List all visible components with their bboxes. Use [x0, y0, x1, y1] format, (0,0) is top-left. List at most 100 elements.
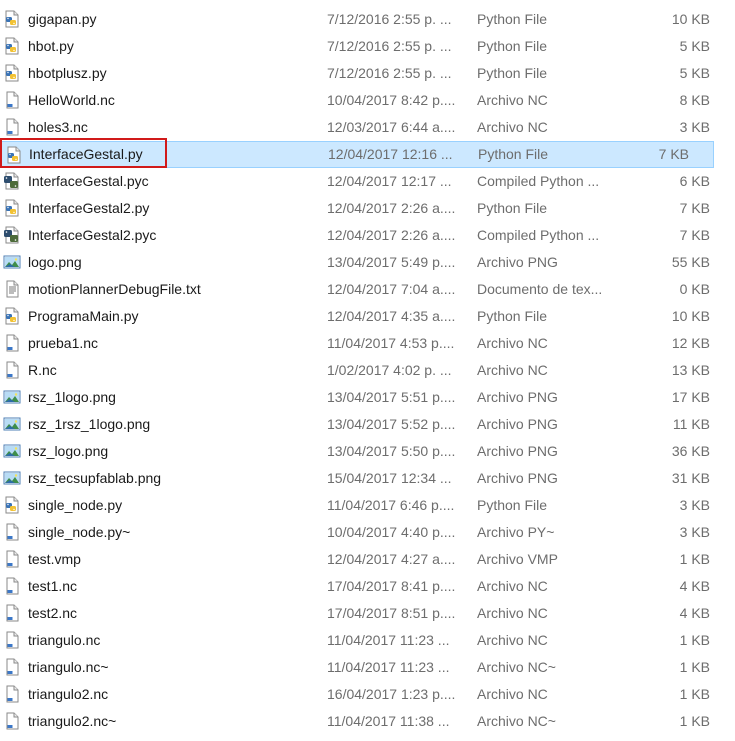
generic-file-icon [3, 658, 21, 676]
file-type: Python File [477, 308, 548, 324]
file-type: Archivo PNG [477, 443, 558, 459]
file-row[interactable]: hbotplusz.py 7/12/2016 2:55 p. ... Python … [0, 60, 735, 87]
file-type: Archivo PNG [477, 416, 558, 432]
file-type: Archivo PNG [477, 389, 558, 405]
file-date-modified: 11/04/2017 4:53 p.... [327, 335, 455, 351]
file-date-modified: 10/04/2017 8:42 p.... [327, 92, 456, 108]
file-row[interactable]: rsz_logo.png 13/04/2017 5:50 p.... Archivo… [0, 438, 735, 465]
python-file-icon [5, 146, 23, 164]
generic-file-icon [3, 685, 21, 703]
generic-file-icon [3, 577, 21, 595]
file-name: rsz_logo.png [28, 443, 109, 459]
file-date-modified: 12/04/2017 12:17 ... [327, 173, 452, 189]
python-file-icon [3, 199, 21, 217]
python-file-icon [3, 496, 21, 514]
file-row[interactable]: ProgramaMain.py 12/04/2017 4:35 a.... Pyth… [0, 303, 735, 330]
file-date-modified: 12/04/2017 2:26 a.... [327, 200, 456, 216]
file-size: 1 KB [679, 686, 710, 702]
file-name: holes3.nc [28, 119, 88, 135]
file-row[interactable]: single_node.py~ 10/04/2017 4:40 p.... Arch… [0, 519, 735, 546]
file-date-modified: 13/04/2017 5:51 p.... [327, 389, 456, 405]
file-name: InterfaceGestal2.py [28, 200, 150, 216]
file-type: Archivo NC~ [477, 659, 556, 675]
file-date-modified: 10/04/2017 4:40 p.... [327, 524, 456, 540]
file-type: Archivo NC [477, 605, 548, 621]
file-name: ProgramaMain.py [28, 308, 139, 324]
file-name: test2.nc [28, 605, 78, 621]
file-type: Python File [477, 65, 548, 81]
file-row-selected[interactable]: InterfaceGestal.py 12/04/2017 12:16 ... Py… [1, 141, 714, 168]
file-row[interactable]: rsz_1logo.png 13/04/2017 5:51 p.... Archiv… [0, 384, 735, 411]
file-type: Archivo NC [477, 92, 548, 108]
file-date-modified: 7/12/2016 2:55 p. ... [327, 65, 452, 81]
file-row[interactable]: InterfaceGestal.pyc 12/04/2017 12:17 ... C… [0, 168, 735, 195]
file-row[interactable]: rsz_1rsz_1logo.png 13/04/2017 5:52 p.... A… [0, 411, 735, 438]
file-date-modified: 13/04/2017 5:52 p.... [327, 416, 456, 432]
python-file-icon [3, 307, 21, 325]
file-type: Archivo PNG [477, 254, 558, 270]
file-type: Python File [477, 11, 548, 27]
file-size: 5 KB [679, 38, 710, 54]
generic-file-icon [3, 334, 21, 352]
file-size: 6 KB [679, 173, 710, 189]
file-size: 4 KB [679, 578, 710, 594]
file-row[interactable]: gigapan.py 7/12/2016 2:55 p. ... Python Fi… [0, 6, 735, 33]
file-row[interactable]: logo.png 13/04/2017 5:49 p.... Archivo PNG… [0, 249, 735, 276]
file-row[interactable]: triangulo.nc~ 11/04/2017 11:23 ... Archivo… [0, 654, 735, 681]
file-date-modified: 12/03/2017 6:44 a.... [327, 119, 456, 135]
file-name: HelloWorld.nc [28, 92, 115, 108]
file-row[interactable]: triangulo.nc 11/04/2017 11:23 ... Archivo … [0, 627, 735, 654]
file-type: Compiled Python ... [477, 173, 600, 189]
file-row[interactable]: hbot.py 7/12/2016 2:55 p. ... Python File 5… [0, 33, 735, 60]
file-date-modified: 17/04/2017 8:41 p.... [327, 578, 456, 594]
file-size: 1 KB [679, 632, 710, 648]
file-type: Compiled Python ... [477, 227, 600, 243]
file-name: triangulo.nc~ [28, 659, 109, 675]
file-row[interactable]: test1.nc 17/04/2017 8:41 p.... Archivo NC 4… [0, 573, 735, 600]
file-name: gigapan.py [28, 11, 97, 27]
generic-file-icon [3, 712, 21, 730]
file-row[interactable]: holes3.nc 12/03/2017 6:44 a.... Archivo NC… [0, 114, 735, 141]
file-size: 13 KB [671, 362, 710, 378]
file-date-modified: 13/04/2017 5:49 p.... [327, 254, 456, 270]
file-date-modified: 17/04/2017 8:51 p.... [327, 605, 456, 621]
file-size: 3 KB [679, 119, 710, 135]
file-list: gigapan.py 7/12/2016 2:55 p. ... Python Fi… [0, 0, 735, 741]
file-row[interactable]: triangulo2.nc 16/04/2017 1:23 p.... Archiv… [0, 681, 735, 708]
image-file-icon [3, 253, 21, 271]
file-size: 5 KB [679, 65, 710, 81]
file-row[interactable]: prueba1.nc 11/04/2017 4:53 p.... Archivo N… [0, 330, 735, 357]
file-size: 10 KB [671, 308, 710, 324]
generic-file-icon [3, 604, 21, 622]
file-size: 7 KB [679, 227, 710, 243]
text-file-icon [3, 280, 21, 298]
file-row[interactable]: R.nc 1/02/2017 4:02 p. ... Archivo NC 13 KB [0, 357, 735, 384]
file-row[interactable]: motionPlannerDebugFile.txt 12/04/2017 7:0… [0, 276, 735, 303]
file-size: 1 KB [679, 551, 710, 567]
file-date-modified: 11/04/2017 11:23 ... [327, 632, 450, 648]
compiled-python-icon [3, 172, 21, 190]
file-row[interactable]: single_node.py 11/04/2017 6:46 p.... Pytho… [0, 492, 735, 519]
file-type: Documento de tex... [477, 281, 603, 297]
file-row[interactable]: rsz_tecsupfablab.png 15/04/2017 12:34 ...… [0, 465, 735, 492]
file-date-modified: 12/04/2017 7:04 a.... [327, 281, 456, 297]
file-size: 7 KB [658, 146, 689, 162]
file-type: Archivo NC [477, 119, 548, 135]
file-name: single_node.py~ [28, 524, 131, 540]
file-row[interactable]: triangulo2.nc~ 11/04/2017 11:38 ... Archiv… [0, 708, 735, 735]
file-type: Archivo NC [477, 578, 548, 594]
file-date-modified: 11/04/2017 11:38 ... [327, 713, 450, 729]
file-type: Archivo VMP [477, 551, 558, 567]
file-size: 0 KB [679, 281, 710, 297]
file-size: 3 KB [679, 524, 710, 540]
file-date-modified: 1/02/2017 4:02 p. ... [327, 362, 452, 378]
file-row[interactable]: test2.nc 17/04/2017 8:51 p.... Archivo NC 4… [0, 600, 735, 627]
file-row[interactable]: HelloWorld.nc 10/04/2017 8:42 p.... Archiv… [0, 87, 735, 114]
generic-file-icon [3, 550, 21, 568]
file-row[interactable]: InterfaceGestal2.pyc 12/04/2017 2:26 a...… [0, 222, 735, 249]
file-type: Archivo NC [477, 632, 548, 648]
file-size: 36 KB [671, 443, 710, 459]
file-row[interactable]: InterfaceGestal2.py 12/04/2017 2:26 a....… [0, 195, 735, 222]
file-row[interactable]: test.vmp 12/04/2017 4:27 a.... Archivo VMP… [0, 546, 735, 573]
file-size: 55 KB [671, 254, 710, 270]
